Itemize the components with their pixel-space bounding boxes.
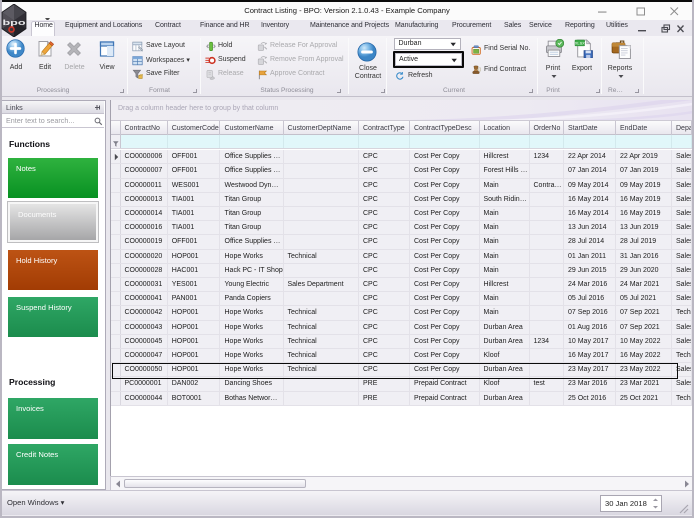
svg-text:bpo: bpo	[3, 18, 27, 27]
svg-text:XLSX: XLSX	[575, 40, 586, 45]
